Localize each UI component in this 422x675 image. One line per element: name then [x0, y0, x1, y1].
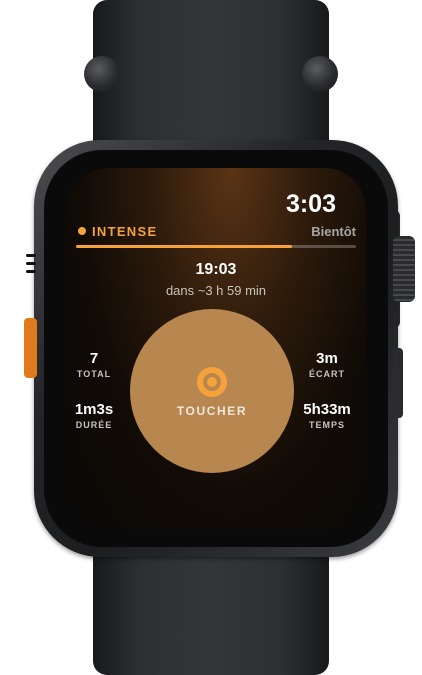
- speaker-slot: [26, 270, 36, 273]
- stat-temps: 5h33m TEMPS: [292, 401, 362, 431]
- touch-button[interactable]: TOUCHER: [130, 309, 294, 473]
- target-ring-icon: [197, 367, 227, 397]
- stat-duree: 1m3s DURÉE: [66, 401, 129, 431]
- stat-total: 7 TOTAL: [66, 350, 129, 380]
- mode-label: INTENSE: [92, 224, 158, 239]
- action-button[interactable]: [24, 318, 37, 378]
- side-button[interactable]: [393, 348, 403, 418]
- stat-ecart-value: 3m: [316, 350, 338, 367]
- countdown-text: dans ~3 h 59 min: [165, 283, 267, 298]
- watch-device: 3:03 INTENSE Bientôt 19:03 dans ~3 h 59 …: [0, 0, 422, 675]
- progress-fill: [76, 245, 292, 248]
- clock-time: 3:03: [285, 190, 336, 218]
- target-time: 19:03: [195, 261, 237, 278]
- stat-temps-label: TEMPS: [308, 420, 345, 430]
- progress-bar: [76, 245, 356, 248]
- watch-band-top: [93, 0, 329, 150]
- stat-ecart-label: ÉCART: [309, 369, 345, 379]
- speaker-slot: [26, 254, 36, 257]
- stat-total-value: 7: [89, 350, 99, 367]
- touch-button-label: TOUCHER: [176, 404, 248, 418]
- stat-duree-value: 1m3s: [74, 401, 114, 418]
- stat-temps-value: 5h33m: [303, 401, 351, 418]
- mode-dot-icon: [78, 227, 86, 235]
- stat-total-label: TOTAL: [76, 369, 112, 379]
- digital-crown[interactable]: [393, 236, 415, 302]
- watch-screen: 3:03 INTENSE Bientôt 19:03 dans ~3 h 59 …: [66, 168, 366, 529]
- band-lug-left: [84, 56, 120, 92]
- stat-ecart: 3m ÉCART: [292, 350, 362, 380]
- speaker-slot: [26, 262, 36, 265]
- next-label: Bientôt: [311, 224, 356, 239]
- mode-row: INTENSE Bientôt: [76, 224, 356, 240]
- band-lug-right: [302, 56, 338, 92]
- stat-duree-label: DURÉE: [75, 420, 113, 430]
